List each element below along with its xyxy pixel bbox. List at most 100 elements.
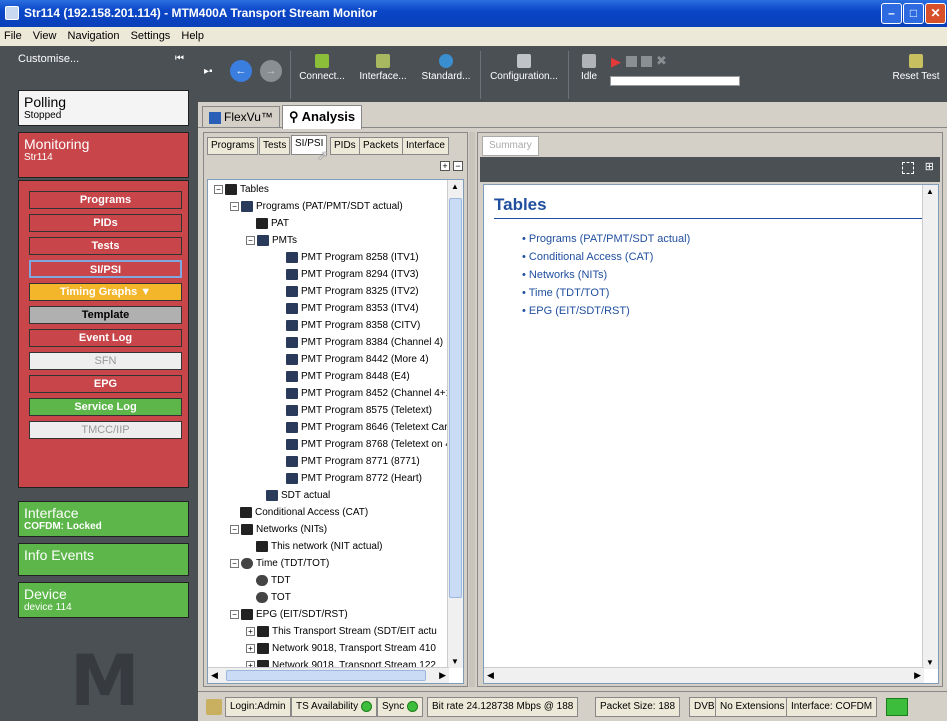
tree-node-pmt-program[interactable]: PMT Program 8646 (Teletext Cars bbox=[286, 421, 453, 435]
subtab-tests[interactable]: Tests bbox=[259, 137, 291, 155]
expand-node-icon[interactable]: + bbox=[246, 643, 255, 653]
customise-bar[interactable]: Customise... ⏮ bbox=[0, 46, 198, 76]
menu-navigation[interactable]: Navigation bbox=[68, 30, 120, 42]
scroll-thumb[interactable] bbox=[226, 670, 426, 681]
tree-node-epg-item[interactable]: + This Transport Stream (SDT/EIT actu bbox=[246, 625, 437, 639]
record-icon[interactable] bbox=[641, 56, 652, 67]
menu-file[interactable]: File bbox=[4, 30, 22, 42]
collapse-all-icon[interactable]: − bbox=[453, 161, 463, 171]
scroll-thumb[interactable] bbox=[449, 198, 462, 598]
link-time[interactable]: • Time (TDT/TOT) bbox=[522, 287, 609, 299]
programs-button[interactable]: Programs bbox=[29, 191, 182, 209]
back-icon[interactable]: ← bbox=[230, 60, 252, 82]
template-button[interactable]: Template bbox=[29, 306, 182, 324]
tree-node-pmt-program[interactable]: PMT Program 8768 (Teletext on 4 bbox=[286, 438, 451, 452]
subtab-interface[interactable]: Interface bbox=[402, 137, 449, 155]
collapse-node-icon[interactable]: − bbox=[230, 201, 239, 211]
expand-node-icon[interactable]: + bbox=[246, 626, 255, 636]
tree-node-time[interactable]: − Time (TDT/TOT) bbox=[230, 557, 329, 571]
scroll-down-icon[interactable]: ▼ bbox=[926, 658, 934, 667]
tree-node-epg-item[interactable]: + Network 9018, Transport Stream 410 bbox=[246, 642, 436, 656]
minimize-button[interactable]: – bbox=[881, 3, 902, 24]
tree-node-tdt[interactable]: TDT bbox=[256, 574, 290, 588]
subtab-pids[interactable]: PIDs bbox=[330, 137, 360, 155]
select-icon[interactable] bbox=[902, 162, 914, 174]
scroll-up-icon[interactable]: ▲ bbox=[926, 187, 934, 196]
menu-settings[interactable]: Settings bbox=[131, 30, 171, 42]
tree-node-pmt-program[interactable]: PMT Program 8294 (ITV3) bbox=[286, 268, 419, 282]
connect-button[interactable]: Connect... bbox=[297, 54, 347, 82]
link-networks[interactable]: • Networks (NITs) bbox=[522, 269, 607, 281]
expand-all-icon[interactable]: + bbox=[440, 161, 450, 171]
si-psi-button[interactable]: SI/PSI bbox=[29, 260, 182, 278]
tab-flexvu[interactable]: FlexVu™ bbox=[202, 106, 280, 128]
service-log-button[interactable]: Service Log bbox=[29, 398, 182, 416]
expand-icon[interactable]: ▸▪ bbox=[204, 66, 213, 77]
clear-icon[interactable]: ✖ bbox=[656, 53, 667, 69]
interface-button[interactable]: Interface... bbox=[355, 54, 411, 82]
play-icon[interactable]: ▶ bbox=[611, 54, 621, 70]
scroll-right-icon[interactable]: ▶ bbox=[439, 670, 446, 681]
polling-panel[interactable]: Polling Stopped bbox=[18, 90, 189, 126]
tree-vertical-scrollbar[interactable]: ▲ ▼ bbox=[447, 180, 463, 668]
epg-button[interactable]: EPG bbox=[29, 375, 182, 393]
tree-node-tables[interactable]: − Tables bbox=[214, 183, 269, 197]
tree-node-pmt-program[interactable]: PMT Program 8448 (E4) bbox=[286, 370, 410, 384]
tree-node-programs[interactable]: − Programs (PAT/PMT/SDT actual) bbox=[230, 200, 403, 214]
link-programs[interactable]: • Programs (PAT/PMT/SDT actual) bbox=[522, 233, 690, 245]
scroll-down-icon[interactable]: ▼ bbox=[451, 657, 459, 666]
monitoring-panel[interactable]: Monitoring Str114 bbox=[18, 132, 189, 178]
panel-splitter[interactable] bbox=[469, 132, 475, 687]
scroll-left-icon[interactable]: ◀ bbox=[487, 670, 494, 681]
tests-button[interactable]: Tests bbox=[29, 237, 182, 255]
link-epg[interactable]: • EPG (EIT/SDT/RST) bbox=[522, 305, 630, 317]
reset-test-button[interactable]: Reset Test bbox=[888, 54, 944, 82]
tree-node-pmt-program[interactable]: PMT Program 8258 (ITV1) bbox=[286, 251, 419, 265]
close-button[interactable]: ✕ bbox=[925, 3, 946, 24]
tree-node-pmt-program[interactable]: PMT Program 8452 (Channel 4+1) bbox=[286, 387, 455, 401]
scroll-right-icon[interactable]: ▶ bbox=[914, 670, 921, 681]
collapse-node-icon[interactable]: − bbox=[230, 524, 239, 534]
menu-view[interactable]: View bbox=[33, 30, 57, 42]
tree-node-this-network[interactable]: This network (NIT actual) bbox=[256, 540, 383, 554]
scroll-left-icon[interactable]: ◀ bbox=[211, 670, 218, 681]
tree-node-pmt-program[interactable]: PMT Program 8358 (CITV) bbox=[286, 319, 420, 333]
configuration-button[interactable]: Configuration... bbox=[485, 54, 563, 82]
subtab-packets[interactable]: Packets bbox=[359, 137, 403, 155]
tree-node-pmt-program[interactable]: PMT Program 8353 (ITV4) bbox=[286, 302, 419, 316]
link-cat[interactable]: • Conditional Access (CAT) bbox=[522, 251, 653, 263]
event-log-button[interactable]: Event Log bbox=[29, 329, 182, 347]
pids-button[interactable]: PIDs bbox=[29, 214, 182, 232]
tree-node-sdt[interactable]: SDT actual bbox=[266, 489, 330, 503]
tree-node-pmts[interactable]: − PMTs bbox=[246, 234, 297, 248]
device-panel[interactable]: Device device 114 bbox=[18, 582, 189, 618]
collapse-node-icon[interactable]: − bbox=[214, 184, 223, 194]
tree-node-pmt-program[interactable]: PMT Program 8772 (Heart) bbox=[286, 472, 422, 486]
stop-icon[interactable] bbox=[626, 56, 637, 67]
summary-horizontal-scrollbar[interactable]: ◀ ▶ bbox=[484, 667, 924, 683]
collapse-icon[interactable]: ⏮ bbox=[175, 46, 184, 72]
tree-node-pmt-program[interactable]: PMT Program 8442 (More 4) bbox=[286, 353, 429, 367]
sfn-button[interactable]: SFN bbox=[29, 352, 182, 370]
standard-button[interactable]: Standard... bbox=[419, 54, 473, 82]
timing-graphs-button[interactable]: Timing Graphs ▼ bbox=[29, 283, 182, 301]
tree-node-pmt-program[interactable]: PMT Program 8325 (ITV2) bbox=[286, 285, 419, 299]
tree-node-epg[interactable]: − EPG (EIT/SDT/RST) bbox=[230, 608, 348, 622]
collapse-node-icon[interactable]: − bbox=[246, 235, 255, 245]
tree-node-cat[interactable]: Conditional Access (CAT) bbox=[240, 506, 368, 520]
menu-help[interactable]: Help bbox=[181, 30, 204, 42]
interface-panel[interactable]: Interface COFDM: Locked bbox=[18, 501, 189, 537]
scroll-up-icon[interactable]: ▲ bbox=[451, 182, 459, 191]
tab-summary[interactable]: Summary bbox=[482, 136, 539, 156]
tmcc-iip-button[interactable]: TMCC/IIP bbox=[29, 421, 182, 439]
maximize-button[interactable]: □ bbox=[903, 3, 924, 24]
collapse-node-icon[interactable]: − bbox=[230, 609, 239, 619]
forward-icon[interactable]: → bbox=[260, 60, 282, 82]
collapse-node-icon[interactable]: − bbox=[230, 558, 239, 568]
tree-horizontal-scrollbar[interactable]: ◀ ▶ bbox=[208, 667, 449, 683]
tree-node-pmt-program[interactable]: PMT Program 8771 (8771) bbox=[286, 455, 420, 469]
tab-analysis[interactable]: ⚲ Analysis bbox=[282, 105, 363, 129]
tree-node-networks[interactable]: − Networks (NITs) bbox=[230, 523, 327, 537]
tree-node-tot[interactable]: TOT bbox=[256, 591, 291, 605]
options-icon[interactable]: ⊞ bbox=[925, 160, 934, 173]
